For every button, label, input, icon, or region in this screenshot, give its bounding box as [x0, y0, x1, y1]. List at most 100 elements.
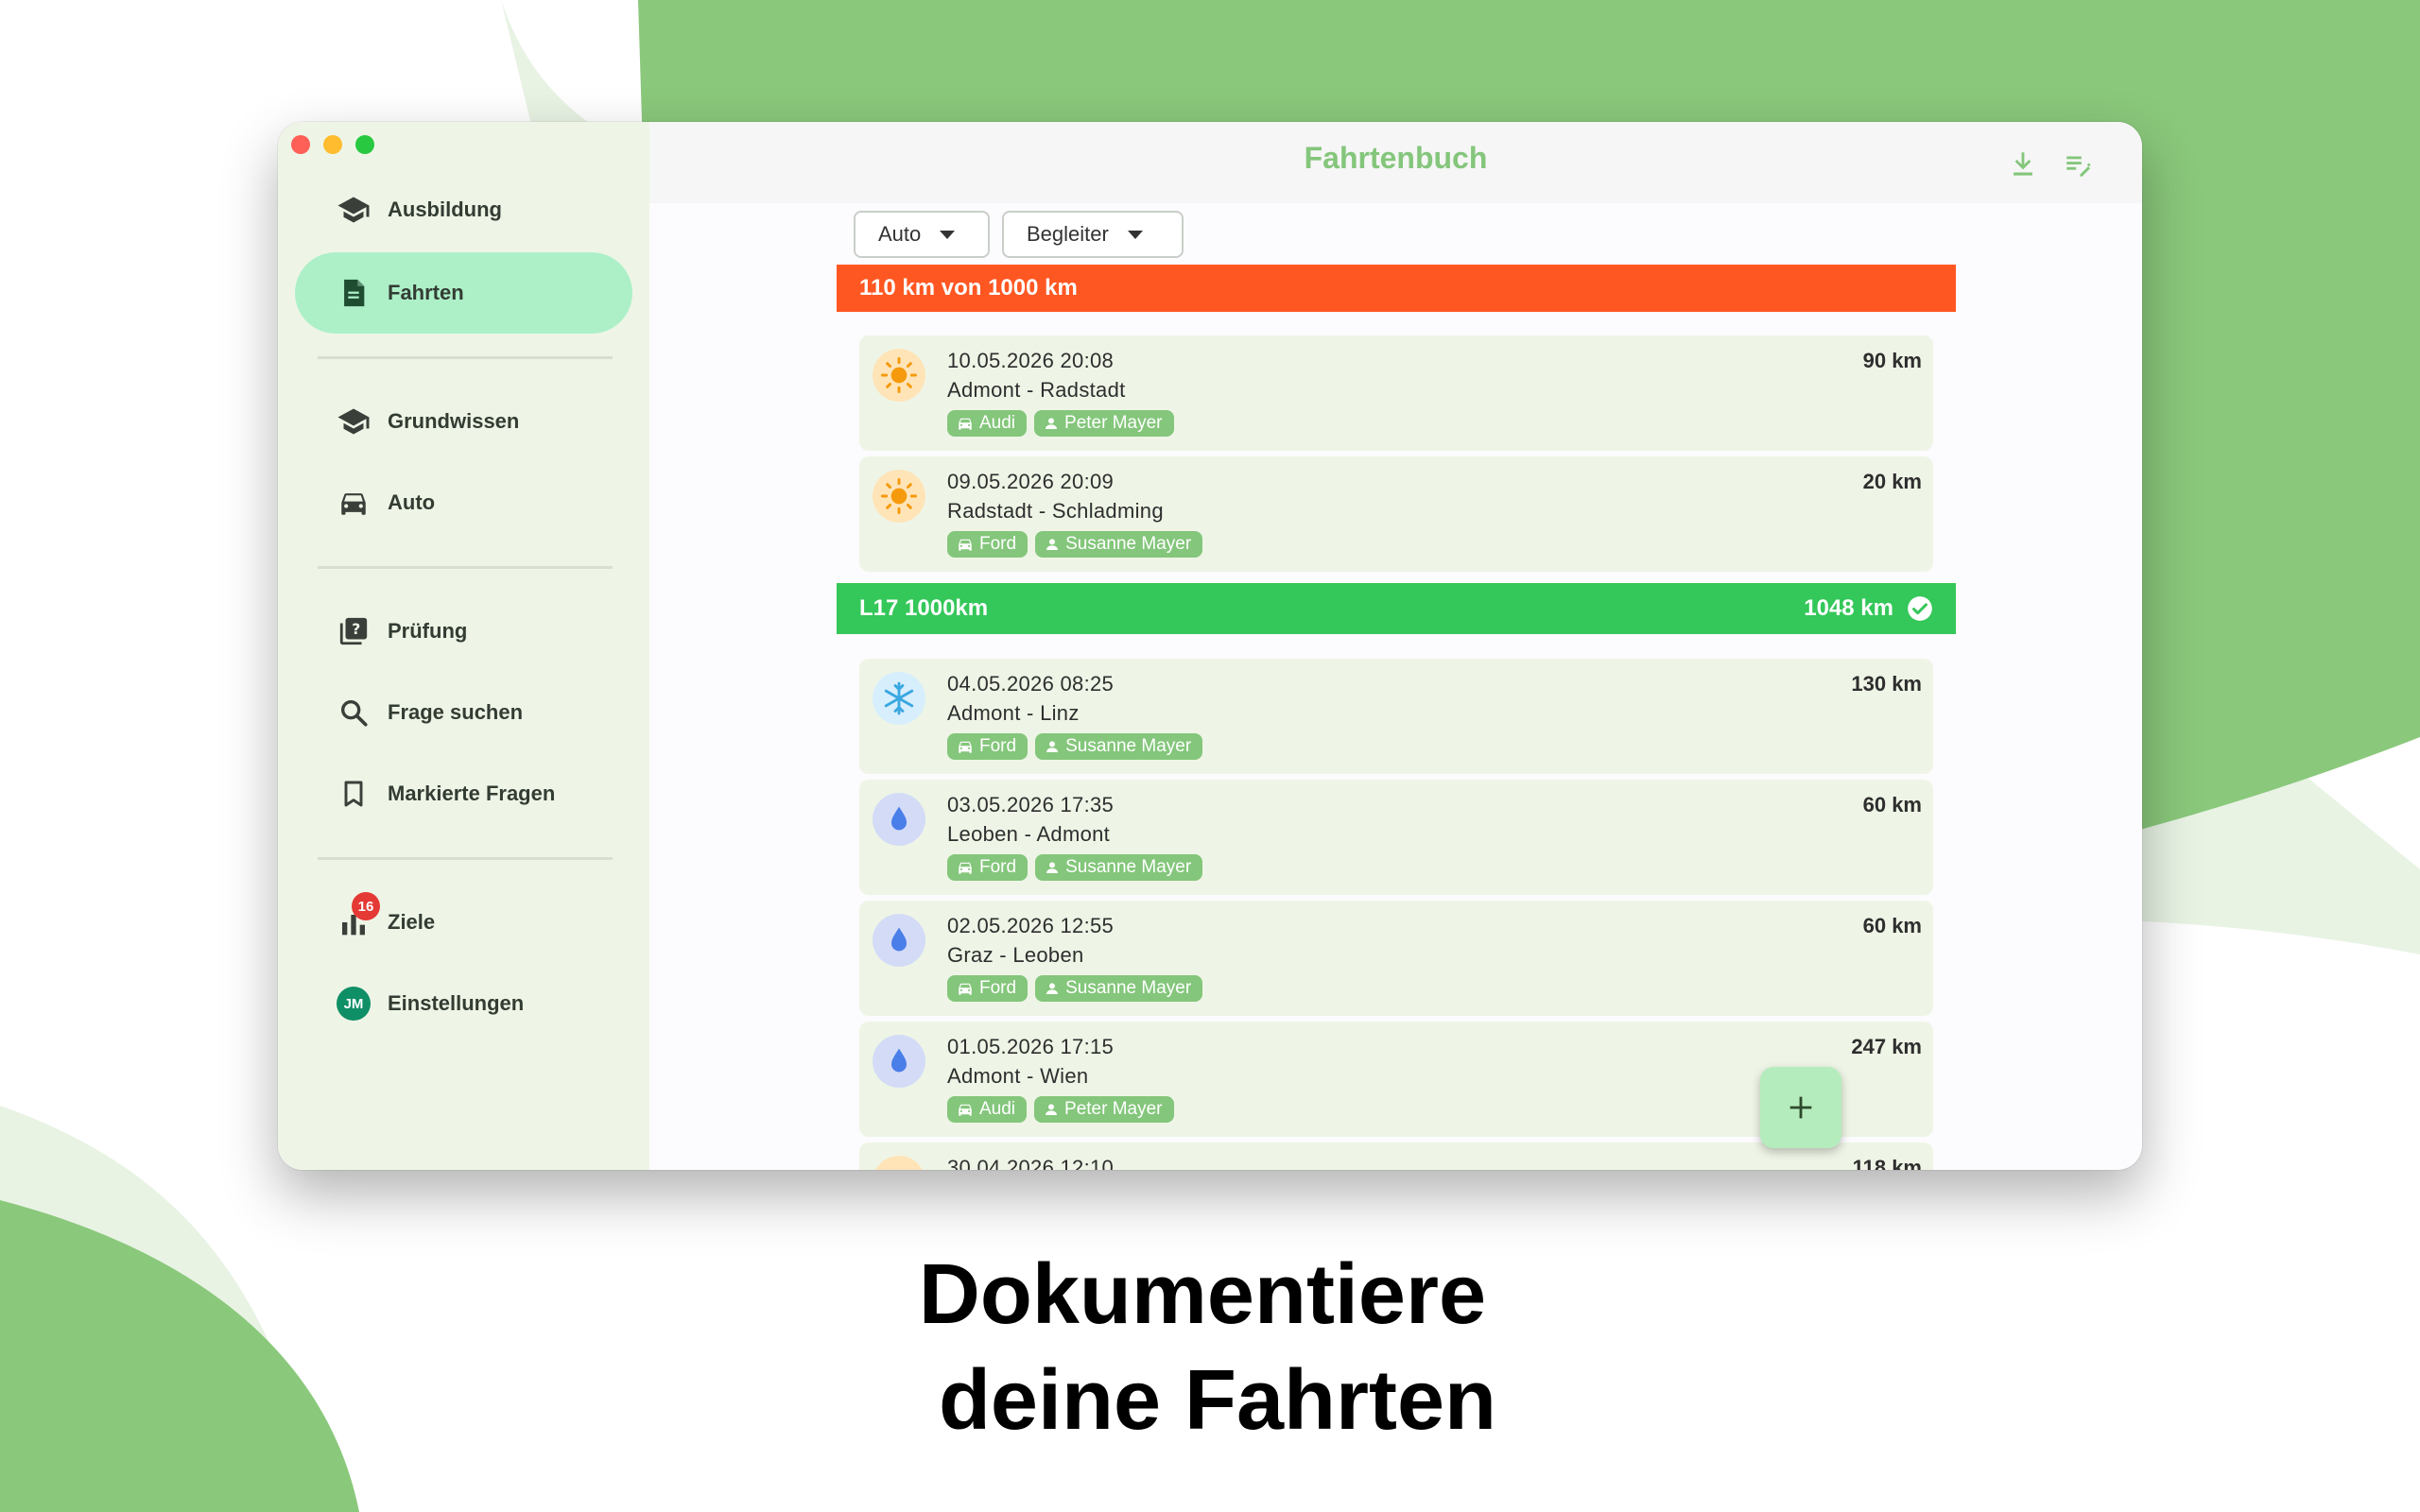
maximize-window-button[interactable]	[355, 135, 374, 154]
notification-badge: 16	[352, 892, 380, 920]
caption-line-2: deine Fahrten	[938, 1353, 1497, 1448]
sidebar: Ausbildung Fahrten Grundwissen Auto ? Pr…	[278, 122, 649, 1170]
sidebar-item-label: Ausbildung	[388, 198, 502, 221]
person-tag: Susanne Mayer	[1035, 975, 1203, 1002]
car-tag: Audi	[947, 410, 1028, 437]
trip-date: 01.05.2026 17:15	[947, 1035, 1115, 1058]
trip-route: Radstadt - Schladming	[947, 499, 1164, 523]
car-filter-label: Auto	[878, 222, 922, 246]
sidebar-item-label: Auto	[388, 490, 436, 514]
person-tag: Susanne Mayer	[1035, 854, 1203, 881]
person-icon	[1046, 1104, 1058, 1115]
sidebar-item-label: Ziele	[388, 910, 436, 934]
car-tag: Ford	[947, 531, 1028, 558]
goal-km: 1048 km	[1804, 595, 1893, 621]
car-icon	[959, 741, 972, 753]
raindrop-icon	[873, 914, 925, 967]
trip-route: Admont - Linz	[947, 701, 1080, 725]
sidebar-item-ausbildung[interactable]: Ausbildung	[295, 169, 632, 250]
sidebar-item-auto[interactable]: Auto	[295, 462, 632, 543]
person-tag-label: Peter Mayer	[1064, 413, 1163, 433]
trip-tags: Ford Susanne Mayer	[947, 854, 1203, 881]
car-tag: Audi	[947, 1096, 1028, 1123]
sidebar-item-grundwissen[interactable]: Grundwissen	[295, 381, 632, 462]
document-icon	[337, 276, 371, 310]
sun-icon	[873, 349, 925, 402]
trip-tags: Ford Susanne Mayer	[947, 531, 1203, 558]
car-icon	[959, 418, 972, 430]
car-tag: Ford	[947, 854, 1028, 881]
sidebar-item-label: Einstellungen	[388, 991, 525, 1015]
sidebar-item-ziele[interactable]: 16 Ziele	[295, 882, 632, 963]
trip-distance: 130 km	[1851, 672, 1922, 696]
sun-icon	[873, 470, 925, 523]
trip-date: 09.05.2026 20:09	[947, 470, 1115, 493]
caption-line-1: Dokumentiere	[918, 1247, 1487, 1342]
sidebar-divider	[318, 566, 613, 569]
trip-tags: Ford Susanne Mayer	[947, 975, 1203, 1002]
graduation-cap-icon	[337, 404, 371, 438]
trip-route: Admont - Radstadt	[947, 378, 1126, 402]
car-icon	[959, 862, 972, 874]
sidebar-divider	[318, 356, 613, 359]
avatar: JM	[337, 987, 371, 1021]
marketing-caption: Dokumentiere deine Fahrten	[0, 1242, 2420, 1453]
person-icon	[1046, 983, 1059, 994]
person-tag: Susanne Mayer	[1035, 733, 1203, 760]
add-trip-button[interactable]	[1760, 1067, 1841, 1148]
minimize-window-button[interactable]	[323, 135, 342, 154]
person-tag: Peter Mayer	[1034, 410, 1174, 437]
goal-status: 1048 km	[1804, 595, 1933, 622]
sidebar-item-frage-suchen[interactable]: Frage suchen	[295, 672, 632, 753]
snowflake-icon	[873, 672, 925, 725]
trip-tags: Ford Susanne Mayer	[947, 733, 1203, 760]
raindrop-icon	[873, 793, 925, 846]
companion-filter-label: Begleiter	[1027, 222, 1109, 246]
car-icon	[959, 983, 972, 995]
car-tag: Ford	[947, 733, 1028, 760]
person-tag-label: Peter Mayer	[1064, 1099, 1163, 1119]
trip-route: Graz - Leoben	[947, 943, 1084, 967]
check-circle-icon	[1908, 596, 1932, 621]
person-tag-label: Susanne Mayer	[1065, 534, 1192, 554]
trip-distance: 247 km	[1851, 1035, 1922, 1058]
avatar-wrapper: JM	[337, 987, 371, 1021]
car-tag-label: Ford	[979, 534, 1017, 554]
goal-banner: L17 1000km 1048 km	[837, 583, 1956, 634]
car-filter-dropdown[interactable]: Auto	[854, 211, 990, 258]
person-tag-label: Susanne Mayer	[1065, 857, 1192, 877]
toolbar: Fahrtenbuch	[649, 122, 2142, 203]
edit-list-icon[interactable]	[2063, 148, 2095, 180]
main-content: Fahrtenbuch Auto Begleiter 110 km von 10…	[649, 122, 2142, 1170]
sidebar-item-label: Prüfung	[388, 619, 468, 643]
plus-icon	[1789, 1096, 1812, 1119]
sun-icon	[873, 1156, 925, 1170]
person-icon	[1046, 741, 1059, 752]
trip-card[interactable]: 10.05.2026 20:08 Admont - Radstadt 90 km…	[859, 335, 1933, 451]
sidebar-divider	[318, 857, 613, 860]
trip-tags: Audi Peter Mayer	[947, 410, 1174, 437]
search-icon	[337, 696, 371, 730]
person-tag: Susanne Mayer	[1035, 531, 1203, 558]
car-tag-label: Ford	[979, 736, 1017, 756]
sidebar-item-label: Markierte Fragen	[388, 782, 556, 805]
car-tag: Ford	[947, 975, 1028, 1002]
trip-distance: 60 km	[1862, 793, 1922, 816]
trip-distance: 90 km	[1862, 349, 1922, 372]
close-window-button[interactable]	[291, 135, 310, 154]
trip-card[interactable]: 03.05.2026 17:35 Leoben - Admont 60 km F…	[859, 780, 1933, 895]
download-icon[interactable]	[2007, 148, 2039, 180]
trip-card[interactable]: 04.05.2026 08:25 Admont - Linz 130 km Fo…	[859, 659, 1933, 774]
sidebar-item-fahrten[interactable]: Fahrten	[295, 252, 632, 334]
trip-card[interactable]: 02.05.2026 12:55 Graz - Leoben 60 km For…	[859, 901, 1933, 1016]
sidebar-item-einstellungen[interactable]: JM Einstellungen	[295, 963, 632, 1044]
companion-filter-dropdown[interactable]: Begleiter	[1002, 211, 1184, 258]
person-tag-label: Susanne Mayer	[1065, 978, 1192, 998]
sidebar-item-pruefung[interactable]: ? Prüfung	[295, 591, 632, 672]
car-tag-label: Ford	[979, 857, 1017, 877]
trip-card[interactable]: 09.05.2026 20:09 Radstadt - Schladming 2…	[859, 456, 1933, 572]
page-title: Fahrtenbuch	[1304, 141, 1488, 175]
person-icon	[1046, 418, 1058, 429]
sidebar-item-markierte-fragen[interactable]: Markierte Fragen	[295, 753, 632, 834]
car-tag-label: Audi	[979, 413, 1016, 433]
